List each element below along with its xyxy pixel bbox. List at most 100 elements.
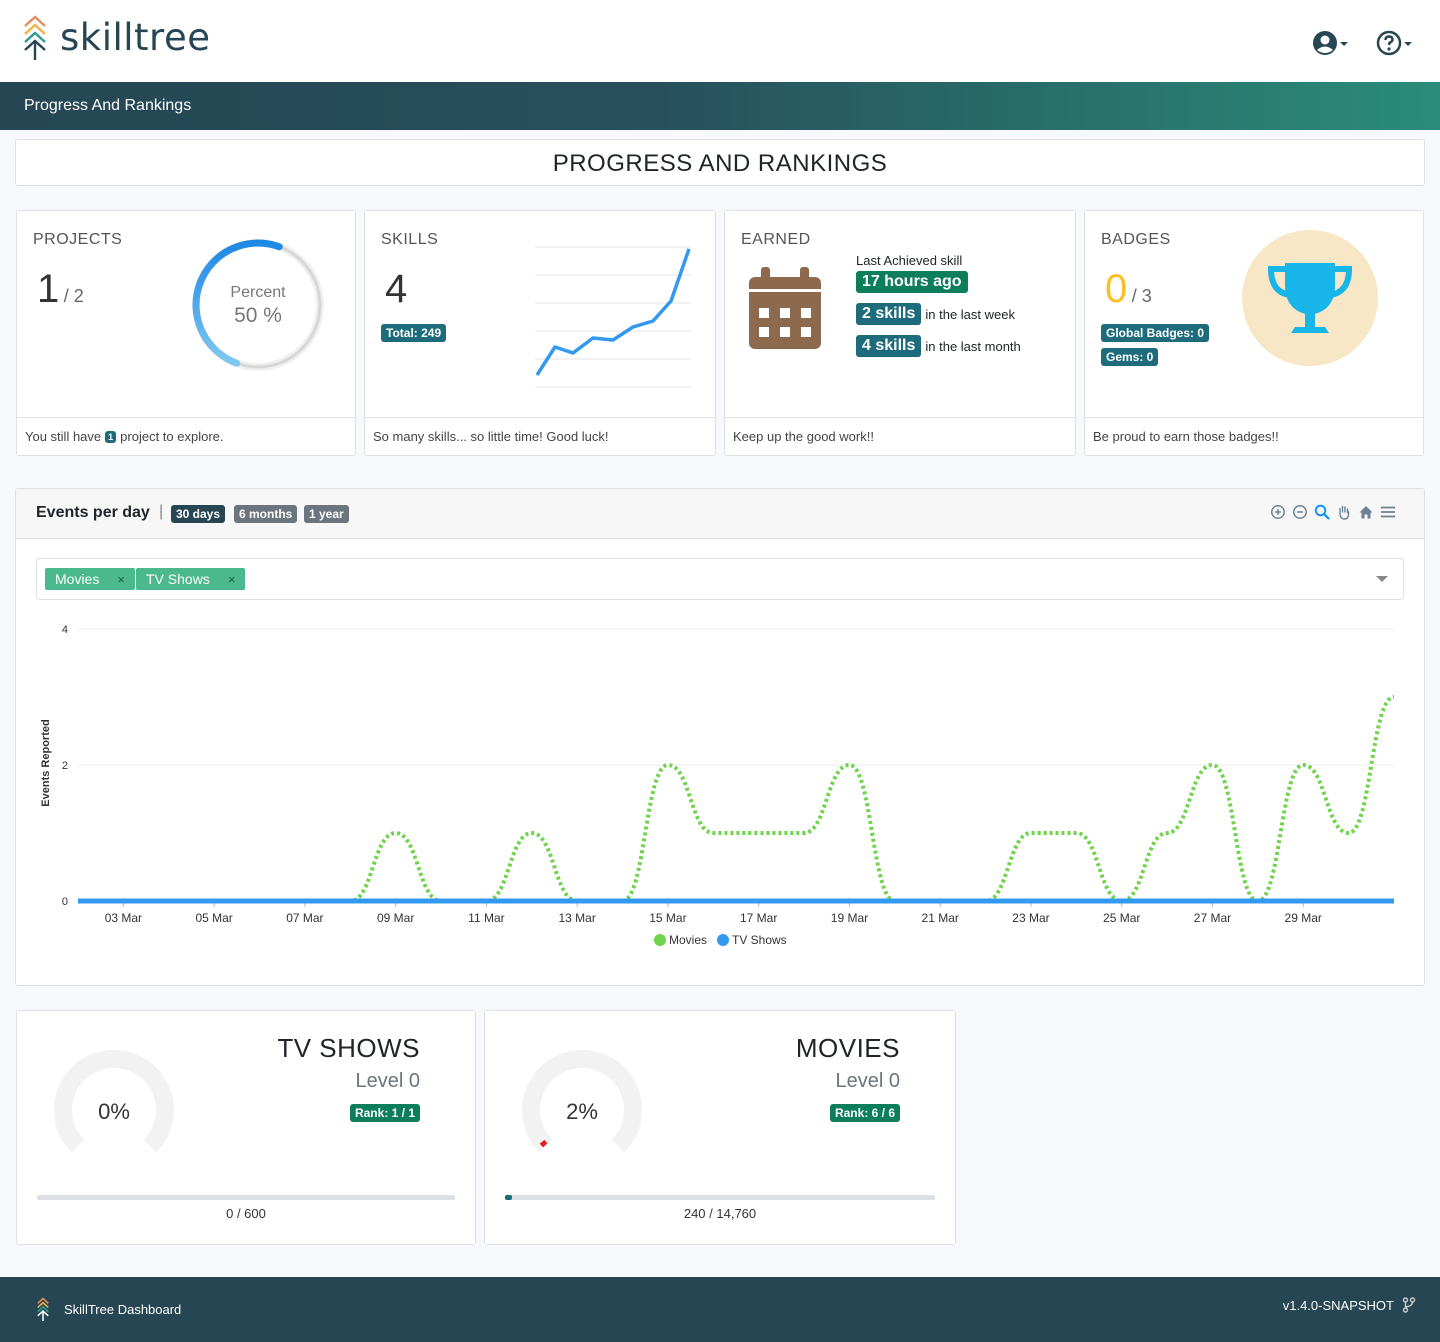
page-title: PROGRESS AND RANKINGS xyxy=(15,139,1425,186)
last-achieved-label: Last Achieved skill xyxy=(856,253,963,268)
x-tick-label: 25 Mar xyxy=(1103,911,1140,925)
legend-marker[interactable] xyxy=(717,934,729,946)
x-tick-label: 17 Mar xyxy=(740,911,777,925)
unexplored-badge: 1 xyxy=(105,430,117,443)
movies-tag: Movies × xyxy=(45,568,135,590)
subject-filter-select[interactable]: Movies × TV Shows × xyxy=(36,558,1404,600)
badges-of: / 3 xyxy=(1131,286,1152,306)
app-version: v1.4.0-SNAPSHOT xyxy=(1282,1297,1394,1313)
global-badges-badge: Global Badges: 0 xyxy=(1101,324,1210,342)
remove-tv-shows-tag-icon[interactable]: × xyxy=(228,572,236,587)
subject-name: TV SHOWS xyxy=(277,1033,420,1063)
trophy-icon xyxy=(1242,230,1378,366)
events-title: Events per day xyxy=(36,504,150,521)
git-branch-icon xyxy=(1402,1297,1416,1313)
projects-title: PROJECTS xyxy=(33,231,123,248)
events-header: Events per day | 30 days 6 months 1 year xyxy=(16,489,1424,539)
skills-sparkline xyxy=(535,246,691,388)
badges-value: 0 xyxy=(1105,267,1128,311)
app-logo[interactable]: skilltree xyxy=(22,14,210,60)
subject-card-tv-shows[interactable]: 0% TV SHOWS Level 0 Rank: 1 / 1 0 / 600 xyxy=(16,1010,476,1245)
y-tick-label: 4 xyxy=(62,624,68,636)
x-tick-label: 23 Mar xyxy=(1012,911,1049,925)
week-skills-badge: 2 skills xyxy=(856,303,922,325)
skills-total-badge: Total: 249 xyxy=(381,324,447,342)
skills-title: SKILLS xyxy=(381,231,439,248)
projects-card: PROJECTS 1 / 2 Percent 50 % You still ha… xyxy=(16,210,356,456)
movies-progress-bar xyxy=(505,1195,935,1200)
skills-value: 4 xyxy=(385,267,408,311)
badges-card: BADGES 0 / 3 Global Badges: 0 Gems: 0 Be… xyxy=(1084,210,1424,456)
movies-percent: 2% xyxy=(566,1099,598,1124)
x-tick-label: 09 Mar xyxy=(377,911,414,925)
chart-toolbar xyxy=(1270,504,1396,520)
y-axis-label: Events Reported xyxy=(40,719,52,806)
user-menu[interactable] xyxy=(1312,30,1348,56)
x-tick-label: 19 Mar xyxy=(831,911,868,925)
zoom-in-icon[interactable] xyxy=(1270,504,1286,520)
chevron-down-icon xyxy=(1404,42,1412,46)
x-tick-label: 27 Mar xyxy=(1194,911,1231,925)
remove-movies-tag-icon[interactable]: × xyxy=(117,572,125,587)
tv-shows-progress-bar xyxy=(37,1195,455,1200)
chevron-down-icon[interactable] xyxy=(1376,576,1388,582)
series-line-movies xyxy=(78,695,1395,904)
tag-label: Movies xyxy=(55,571,100,587)
x-tick-label: 15 Mar xyxy=(649,911,686,925)
footer-text: project to explore. xyxy=(120,429,224,444)
help-menu[interactable] xyxy=(1376,30,1412,56)
legend-marker[interactable] xyxy=(654,934,666,946)
x-tick-label: 21 Mar xyxy=(922,911,959,925)
footer-app-name[interactable]: SkillTree Dashboard xyxy=(64,1302,181,1317)
badges-footer: Be proud to earn those badges!! xyxy=(1085,417,1423,455)
logo-text: skilltree xyxy=(60,15,211,59)
subject-level: Level 0 xyxy=(835,1070,901,1092)
y-axis-ticks: 0 2 4 xyxy=(62,624,68,908)
legend-label[interactable]: TV Shows xyxy=(732,933,787,947)
events-line-chart: 0 2 4 Events Reported 03 Mar 05 Mar 07 Mar 09… xyxy=(40,624,1395,947)
subject-points: 0 / 600 xyxy=(226,1206,266,1221)
subject-rank-badge: Rank: 1 / 1 xyxy=(349,1104,420,1122)
y-tick-label: 0 xyxy=(62,896,68,908)
range-1-year-button[interactable]: 1 year xyxy=(304,505,349,523)
projects-count: 1 / 2 xyxy=(37,267,84,312)
subject-card-movies[interactable]: 2% MOVIES Level 0 Rank: 6 / 6 240 / 14,7… xyxy=(484,1010,956,1245)
legend-label[interactable]: Movies xyxy=(669,933,707,947)
badges-title: BADGES xyxy=(1101,231,1171,248)
tag-label: TV Shows xyxy=(146,571,210,587)
zoom-out-icon[interactable] xyxy=(1292,504,1308,520)
user-circle-icon xyxy=(1313,31,1337,55)
zoom-selection-icon[interactable] xyxy=(1314,504,1330,520)
footer-text: You still have xyxy=(25,429,102,444)
earned-title: EARNED xyxy=(741,231,811,248)
tree-logo-icon xyxy=(37,1297,49,1321)
chart-legend: Movies TV Shows xyxy=(654,933,787,947)
pan-hand-icon[interactable] xyxy=(1336,504,1352,520)
skills-sparkline-line xyxy=(535,248,691,376)
skills-card: SKILLS 4 Total: 249 So many skills... so… xyxy=(364,210,716,456)
month-skills-text: in the last month xyxy=(925,338,1021,354)
x-tick-label: 05 Mar xyxy=(195,911,232,925)
reset-home-icon[interactable] xyxy=(1358,504,1374,520)
earned-footer: Keep up the good work!! xyxy=(725,417,1075,455)
events-per-day-panel: Events per day | 30 days 6 months 1 year… xyxy=(15,488,1425,986)
y-tick-label: 2 xyxy=(62,760,68,772)
events-separator: | xyxy=(159,503,164,520)
progress-fill xyxy=(505,1195,512,1200)
x-axis-ticks: 03 Mar 05 Mar 07 Mar 09 Mar 11 Mar 13 Mar 15 M… xyxy=(105,902,1322,925)
projects-value: 1 xyxy=(37,267,60,311)
x-tick-label: 03 Mar xyxy=(105,911,142,925)
month-skills-row: 4 skills in the last month xyxy=(856,335,1021,357)
x-tick-label: 11 Mar xyxy=(468,911,504,925)
gems-badge: Gems: 0 xyxy=(1101,348,1159,366)
calendar-icon xyxy=(749,267,821,349)
question-circle-icon xyxy=(1376,30,1402,56)
last-achieved-badge: 17 hours ago xyxy=(856,271,968,293)
week-skills-row: 2 skills in the last week xyxy=(856,303,1015,325)
menu-icon[interactable] xyxy=(1380,504,1396,520)
x-tick-label: 13 Mar xyxy=(558,911,595,925)
month-skills-badge: 4 skills xyxy=(856,335,922,357)
tv-shows-tag: TV Shows × xyxy=(136,568,246,590)
range-6-months-button[interactable]: 6 months xyxy=(234,505,298,523)
range-30-days-button[interactable]: 30 days xyxy=(171,505,226,523)
